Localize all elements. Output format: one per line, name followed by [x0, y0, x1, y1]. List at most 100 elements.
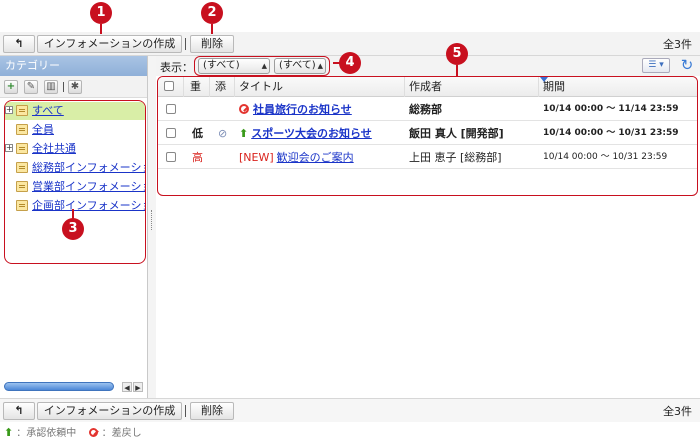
folder-icon [16, 200, 28, 211]
tree-item-company[interactable]: + 全社共通 [5, 140, 145, 158]
row-period: 10/14 00:00 〜 11/14 23:59 [543, 104, 679, 114]
table-row[interactable]: 高 [NEW] 歓迎会のご案内 上田 恵子 [総務部] 10/14 00:00 〜… [158, 146, 697, 169]
col-author[interactable]: 作成者 [405, 77, 539, 97]
row-title-link[interactable]: 社員旅行のお知らせ [253, 103, 352, 116]
folder-icon [16, 124, 28, 135]
legend-rejected: ：差戻し [101, 428, 142, 438]
filter-select-1[interactable]: (すべて) ▲ [198, 58, 270, 74]
filter-label: 表示： [160, 61, 193, 74]
row-priority: 高 [192, 151, 203, 164]
list-menu-icon: ☰ ▾ [648, 60, 664, 70]
rejected-icon [239, 104, 249, 114]
info-screen: ↰ インフォメーションの作成 削除 全3件 1 2 カテゴリー + ✎ ▥ ✱ … [0, 0, 700, 438]
row-period: 10/14 00:00 〜 10/31 23:59 [543, 152, 668, 162]
back-arrow-icon: ↰ [14, 37, 24, 50]
tree-item-everyone[interactable]: 全員 [5, 121, 145, 139]
select-all-checkbox[interactable] [164, 81, 174, 91]
create-info-button[interactable]: インフォメーションの作成 [37, 35, 182, 53]
tree-item-label[interactable]: 全社共通 [32, 140, 76, 158]
total-count: 全3件 [663, 38, 692, 51]
tree-item-label[interactable]: 企画部インフォメーション [32, 197, 145, 215]
delete-button[interactable]: 削除 [190, 35, 234, 53]
callout-5: 5 [446, 43, 468, 65]
folder-icon [16, 143, 28, 154]
bottom-toolbar: ↰ インフォメーションの作成 削除 全3件 [0, 398, 700, 422]
splitter-grip-icon[interactable] [151, 210, 153, 230]
view-menu-button[interactable]: ☰ ▾ [642, 58, 670, 73]
row-author: 上田 恵子 [総務部] [409, 151, 502, 164]
filter-bar: 表示： (すべて) ▲ (すべて) ▲ ☰ ▾ ↻ [156, 56, 700, 76]
info-list: 重 添 タイトル 作成者 期間 社員旅行のお知らせ 総務部 10/14 00:0… [157, 76, 698, 196]
status-legend: ⬆ ：承認依頼中 ：差戻し [4, 424, 142, 438]
select-all-cell[interactable] [158, 77, 184, 97]
toolbar-divider [185, 38, 186, 50]
row-author: 飯田 真人 [開発部] [409, 127, 504, 140]
col-title[interactable]: タイトル [235, 77, 405, 97]
row-title-cell: 社員旅行のお知らせ [239, 98, 405, 121]
pending-approval-icon: ⬆ [4, 426, 14, 438]
settings-icon[interactable]: ✱ [68, 80, 82, 94]
row-title-cell: ⬆ スポーツ大会のお知らせ [239, 122, 405, 145]
horizontal-scrollbar[interactable]: ◀ ▶ [2, 381, 146, 393]
row-priority: 低 [192, 127, 203, 140]
filter-select-group: (すべて) ▲ (すべて) ▲ [194, 56, 330, 76]
row-author: 総務部 [409, 103, 442, 116]
delete-button-bottom[interactable]: 削除 [190, 402, 234, 420]
back-button-bottom[interactable]: ↰ [3, 402, 35, 420]
tree-item-sales[interactable]: 営業部インフォメーション [5, 178, 145, 196]
table-row[interactable]: 低 ⊘ ⬆ スポーツ大会のお知らせ 飯田 真人 [開発部] 10/14 00:00… [158, 122, 697, 145]
tree-item-general-affairs[interactable]: 総務部インフォメーション [5, 159, 145, 177]
callout-1: 1 [90, 2, 112, 24]
tree-item-label[interactable]: すべて [32, 102, 64, 120]
filter-select-2-value: (すべて) [279, 60, 316, 71]
row-checkbox[interactable] [166, 128, 176, 138]
scroll-left-icon[interactable]: ◀ [122, 382, 132, 392]
expand-icon[interactable]: + [5, 144, 13, 152]
row-priority [186, 98, 210, 121]
row-title-cell: [NEW] 歓迎会のご案内 [239, 146, 405, 169]
category-toolbar: + ✎ ▥ ✱ [0, 76, 147, 98]
col-priority[interactable]: 重 [184, 77, 210, 97]
legend-pending: ：承認依頼中 [16, 428, 77, 438]
refresh-icon[interactable]: ↻ [678, 56, 696, 74]
filter-select-2[interactable]: (すべて) ▲ [274, 58, 326, 74]
new-badge: [NEW] [239, 151, 274, 164]
row-title-link[interactable]: 歓迎会のご案内 [277, 151, 354, 164]
add-icon[interactable]: + [4, 80, 18, 94]
callout-2: 2 [201, 2, 223, 24]
callout-3: 3 [62, 218, 84, 240]
expand-icon[interactable]: + [5, 106, 13, 114]
rejected-icon [88, 428, 98, 437]
row-title-link[interactable]: スポーツ大会のお知らせ [251, 127, 372, 140]
folder-icon [16, 162, 28, 173]
trash-icon[interactable]: ▥ [44, 80, 58, 94]
col-attach[interactable]: 添 [210, 77, 235, 97]
callout-1-line [100, 24, 102, 34]
scroll-thumb[interactable] [4, 382, 114, 391]
callout-4: 4 [339, 52, 361, 74]
list-header: 重 添 タイトル 作成者 期間 [158, 77, 697, 97]
col-period[interactable]: 期間 [539, 77, 697, 97]
toolbar-divider [185, 405, 186, 417]
tree-item-planning[interactable]: 企画部インフォメーション [5, 197, 145, 215]
attachment-icon[interactable]: ⊘ [218, 122, 232, 145]
pane-splitter[interactable] [148, 56, 156, 398]
scroll-right-icon[interactable]: ▶ [133, 382, 143, 392]
tree-item-label[interactable]: 全員 [32, 121, 54, 139]
back-button[interactable]: ↰ [3, 35, 35, 53]
row-period: 10/14 00:00 〜 10/31 23:59 [543, 128, 679, 138]
edit-icon[interactable]: ✎ [24, 80, 38, 94]
tree-item-label[interactable]: 総務部インフォメーション [32, 159, 145, 177]
table-row[interactable]: 社員旅行のお知らせ 総務部 10/14 00:00 〜 11/14 23:59 [158, 98, 697, 121]
row-checkbox[interactable] [166, 104, 176, 114]
tools-divider [63, 82, 64, 92]
select-arrows-icon: ▲ [261, 62, 267, 70]
pending-approval-icon: ⬆ [239, 127, 249, 140]
create-info-button-bottom[interactable]: インフォメーションの作成 [37, 402, 182, 420]
total-count-bottom: 全3件 [663, 405, 692, 418]
tree-item-all[interactable]: + すべて [5, 102, 145, 120]
tree-item-label[interactable]: 営業部インフォメーション [32, 178, 145, 196]
row-checkbox[interactable] [166, 152, 176, 162]
folder-icon [16, 105, 28, 116]
back-arrow-icon: ↰ [14, 404, 24, 417]
